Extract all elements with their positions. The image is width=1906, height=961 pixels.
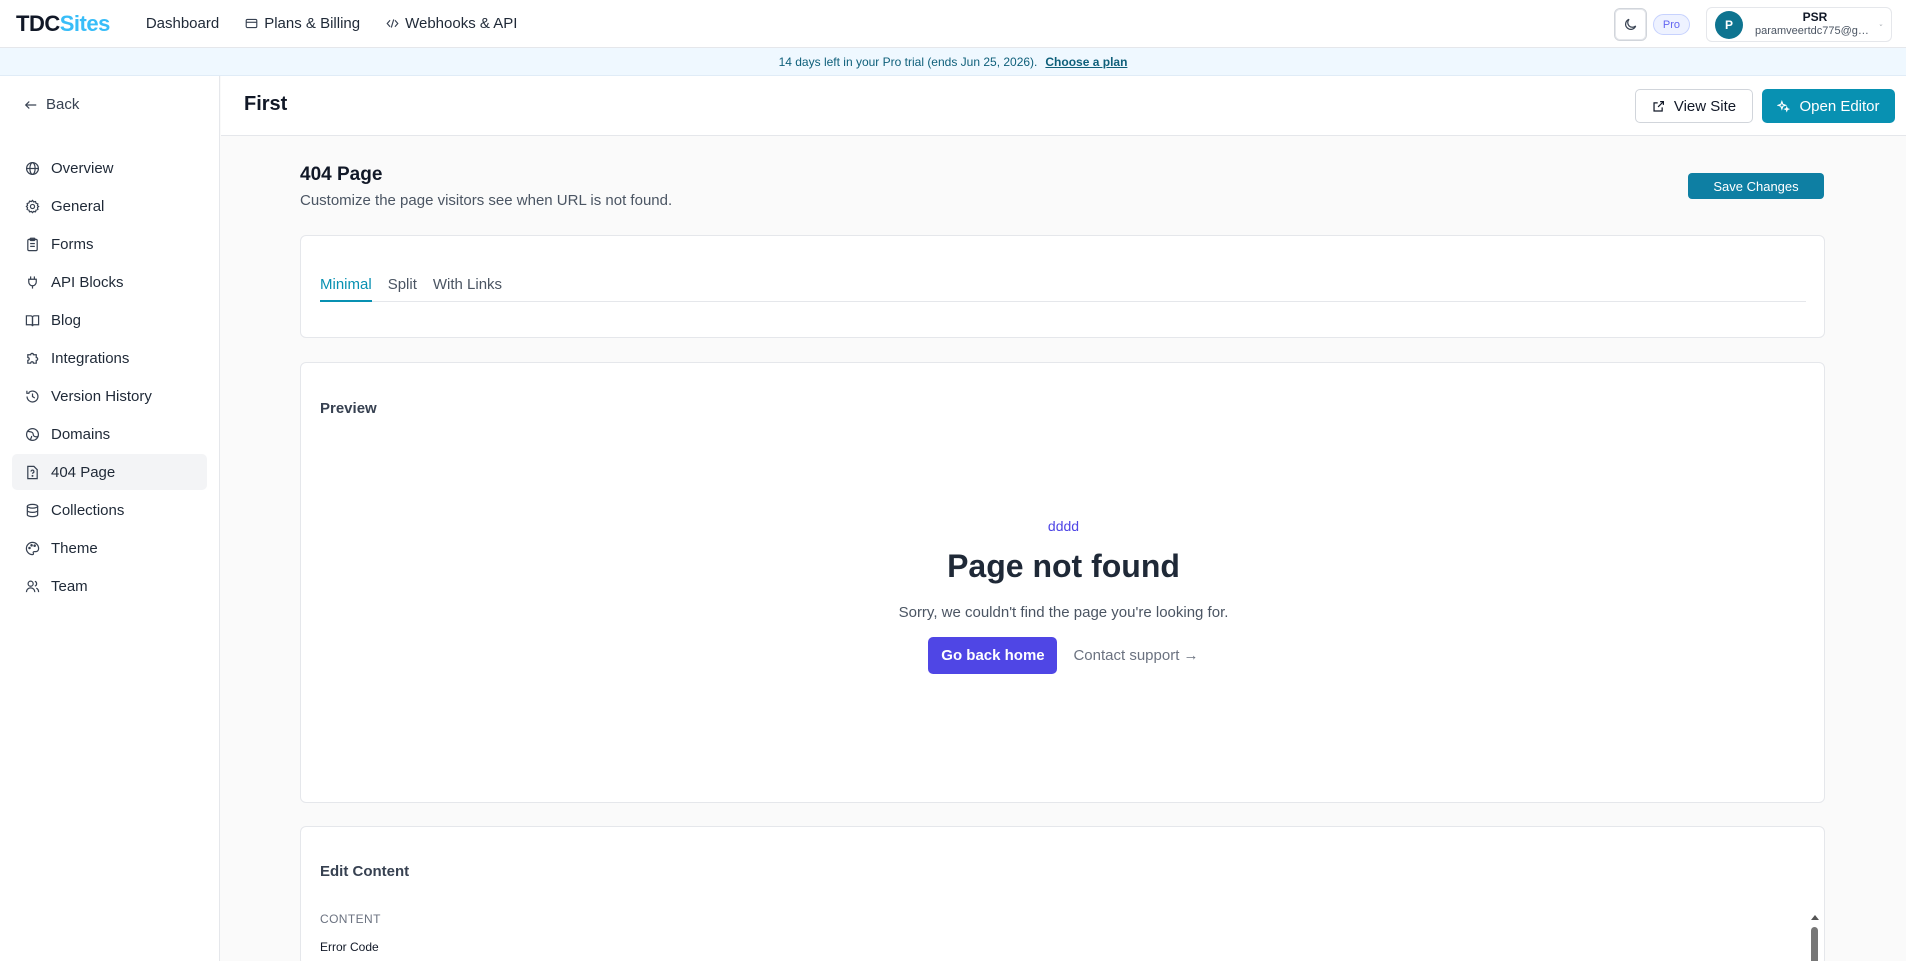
tab-minimal[interactable]: Minimal (320, 272, 372, 302)
preview-error-code: dddd (1047, 518, 1080, 534)
puzzle-icon (27, 352, 39, 364)
clipboard-icon (27, 237, 38, 251)
avatar: P (1715, 10, 1743, 39)
contact-support-link[interactable]: Contact support → (1073, 647, 1198, 664)
go-back-home-button[interactable]: Go back home (928, 637, 1058, 674)
scrollbar[interactable] (1810, 915, 1820, 961)
save-changes-button[interactable]: Save Changes (1688, 173, 1824, 199)
preview-card: Preview dddd Page not found Sorry, we co… (300, 362, 1825, 803)
sidebar-item-general[interactable]: General (12, 188, 207, 224)
section-title: 404 Page (300, 164, 383, 185)
users-icon (25, 580, 40, 592)
sidebar: Back Overview General Forms API Blocks B… (0, 76, 220, 961)
preview-content: dddd Page not found Sorry, we couldn't f… (301, 518, 1826, 674)
sidebar-item-collections[interactable]: Collections (12, 492, 207, 528)
trial-banner: 14 days left in your Pro trial (ends Jun… (0, 48, 1906, 76)
top-right-controls: Pro P PSR paramveertdc775@gm... (1613, 7, 1892, 42)
section-subtitle: Customize the page visitors see when URL… (300, 192, 673, 209)
sidebar-item-label: Theme (51, 539, 98, 557)
plug-icon (28, 275, 37, 289)
gear-icon (25, 198, 40, 213)
sidebar-item-label: General (51, 197, 105, 215)
sidebar-item-label: Version History (51, 387, 152, 405)
tab-with-links[interactable]: With Links (433, 272, 502, 302)
user-email: paramveertdc775@gm... (1755, 25, 1875, 38)
sidebar-menu: Overview General Forms API Blocks Blog I… (12, 150, 207, 606)
top-navbar: TDCSites Dashboard Plans & Billing Webho… (0, 0, 1906, 48)
sidebar-item-404-page[interactable]: 404 Page (12, 454, 207, 490)
sidebar-item-label: Team (51, 577, 88, 595)
file-question-icon (27, 465, 38, 479)
sidebar-item-api-blocks[interactable]: API Blocks (12, 264, 207, 300)
sidebar-item-label: Domains (51, 425, 111, 443)
edit-content-label: Edit Content (320, 863, 410, 880)
content-group-label: CONTENT (320, 912, 381, 926)
user-meta: PSR paramveertdc775@gm... (1755, 10, 1875, 38)
sidebar-item-theme[interactable]: Theme (12, 530, 207, 566)
view-site-button[interactable]: View Site (1635, 89, 1753, 123)
view-site-label: View Site (1673, 97, 1737, 115)
sidebar-item-blog[interactable]: Blog (12, 302, 207, 338)
sidebar-item-overview[interactable]: Overview (12, 150, 207, 186)
sidebar-item-label: Collections (51, 501, 125, 519)
page-title: First (244, 93, 288, 115)
arrow-left-icon (24, 100, 37, 109)
template-tabs-card: Minimal Split With Links (300, 235, 1825, 338)
scroll-thumb[interactable] (1811, 927, 1818, 961)
sidebar-item-domains[interactable]: Domains (12, 416, 207, 452)
sidebar-item-label: 404 Page (51, 463, 116, 481)
tab-split[interactable]: Split (388, 272, 417, 302)
external-link-icon (1653, 100, 1664, 112)
page-header: First View Site Open Editor (221, 76, 1906, 136)
scroll-up-arrow[interactable] (1811, 915, 1819, 920)
code-icon (386, 19, 399, 28)
app-logo[interactable]: TDCSites (16, 11, 110, 37)
sidebar-item-team[interactable]: Team (12, 568, 207, 604)
sidebar-item-integrations[interactable]: Integrations (12, 340, 207, 376)
theme-toggle-button[interactable] (1613, 8, 1647, 41)
plan-badge: Pro (1652, 14, 1690, 35)
logo-text-accent: Sites (59, 10, 111, 36)
book-icon (25, 314, 40, 326)
sidebar-item-label: API Blocks (51, 273, 124, 291)
nav-webhooks-api-label: Webhooks & API (405, 15, 518, 32)
error-code-field-label: Error Code (320, 940, 379, 954)
edit-content-card: Edit Content CONTENT Error Code (300, 826, 1825, 961)
database-icon (26, 503, 39, 517)
sidebar-item-label: Integrations (51, 349, 130, 367)
trial-banner-text: 14 days left in your Pro trial (ends Jun… (778, 54, 1038, 69)
chevron-down-icon (1879, 23, 1883, 26)
user-menu-button[interactable]: P PSR paramveertdc775@gm... (1706, 7, 1892, 42)
globe-alt-icon (25, 427, 40, 441)
nav-plans-billing[interactable]: Plans & Billing (245, 15, 360, 32)
back-label: Back (46, 96, 80, 113)
nav-webhooks-api[interactable]: Webhooks & API (386, 15, 517, 32)
nav-plans-billing-label: Plans & Billing (264, 15, 361, 32)
nav-dashboard[interactable]: Dashboard (146, 15, 219, 32)
open-editor-button[interactable]: Open Editor (1762, 89, 1895, 123)
back-button[interactable]: Back (24, 96, 79, 113)
preview-title: Page not found (947, 548, 1180, 584)
sparkles-icon (1777, 99, 1791, 113)
template-tabs: Minimal Split With Links (320, 272, 1806, 302)
history-icon (26, 389, 39, 402)
sidebar-item-forms[interactable]: Forms (12, 226, 207, 262)
choose-plan-link[interactable]: Choose a plan (1045, 55, 1127, 69)
card-icon (245, 18, 258, 29)
user-name: PSR (1802, 10, 1828, 25)
sidebar-item-label: Blog (51, 311, 82, 329)
logo-text-primary: TDC (16, 10, 60, 36)
top-nav: Dashboard Plans & Billing Webhooks & API (146, 15, 518, 32)
globe-icon (25, 161, 40, 175)
sidebar-item-version-history[interactable]: Version History (12, 378, 207, 414)
sidebar-item-label: Forms (51, 235, 94, 253)
open-editor-label: Open Editor (1799, 97, 1880, 115)
nav-dashboard-label: Dashboard (145, 15, 220, 32)
preview-message: Sorry, we couldn't find the page you're … (898, 604, 1229, 621)
sidebar-item-label: Overview (51, 159, 114, 177)
preview-label: Preview (320, 400, 377, 417)
palette-icon (25, 541, 40, 555)
moon-icon (1624, 18, 1637, 30)
preview-actions: Go back home Contact support → (301, 637, 1826, 674)
